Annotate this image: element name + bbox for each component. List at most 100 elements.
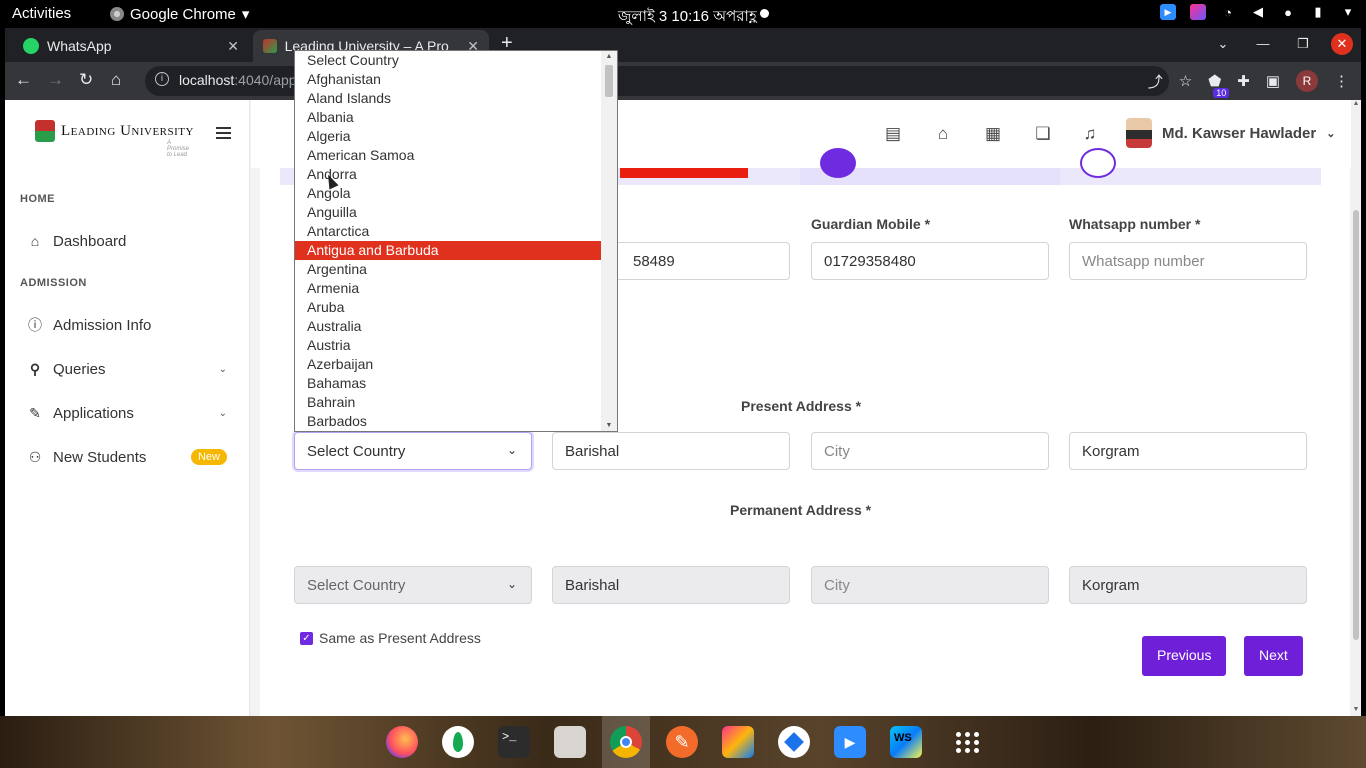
scrollbar-thumb[interactable] [1353, 210, 1359, 640]
permanent-city-field[interactable]: City [811, 566, 1049, 604]
present-country-select[interactable]: Select Country ⌄ [294, 432, 532, 470]
country-option[interactable]: Algeria [295, 127, 602, 146]
site-info-icon[interactable]: i [155, 72, 169, 86]
country-option[interactable]: Bahrain [295, 393, 602, 412]
terminal-icon[interactable]: >_ [498, 726, 530, 758]
present-district-field[interactable]: Barishal [552, 432, 790, 470]
present-city-field[interactable]: City [811, 432, 1049, 470]
scroll-up-icon[interactable]: ▲ [601, 53, 617, 60]
scroll-down-icon[interactable]: ▼ [1351, 706, 1361, 716]
country-option[interactable]: American Samoa [295, 146, 602, 165]
university-logo[interactable]: Leading University A Promise to Lead [35, 120, 194, 158]
country-option[interactable]: Angola [295, 184, 602, 203]
step-indicator-active[interactable] [820, 148, 856, 178]
country-option[interactable]: Antarctica [295, 222, 602, 241]
power-menu-icon[interactable]: ▾ [1340, 4, 1356, 20]
sidebar-item-applications[interactable]: ✎ Applications ⌄ [27, 401, 227, 425]
side-panel-icon[interactable]: ▣ [1266, 72, 1280, 90]
share-icon[interactable]: ⤴ [1148, 71, 1163, 92]
scroll-down-icon[interactable]: ▼ [601, 422, 617, 429]
reload-icon[interactable]: ↻ [79, 70, 93, 90]
app-menu-label: Google Chrome [130, 5, 236, 23]
permanent-area-field[interactable]: Korgram [1069, 566, 1307, 604]
hamburger-menu-icon[interactable] [216, 127, 231, 142]
home-icon: ⌂ [30, 233, 40, 249]
home-icon[interactable]: ⌂ [111, 70, 121, 90]
permanent-country-select[interactable]: Select Country ⌄ [294, 566, 532, 604]
whatsapp-icon [23, 38, 39, 54]
bell-icon[interactable]: ♫ [1080, 124, 1100, 144]
document-icon[interactable]: ▤ [883, 124, 903, 144]
country-option[interactable]: Andorra [295, 165, 602, 184]
country-option[interactable]: Azerbaijan [295, 355, 602, 374]
mongodb-compass-icon[interactable] [442, 726, 474, 758]
sidebar-item-new-students[interactable]: ⚇ New Students New [27, 445, 227, 469]
notification-dot [760, 9, 769, 18]
dropdown-scrollbar[interactable]: ▲ ▼ [601, 51, 617, 431]
webstorm-icon[interactable]: WS [890, 726, 922, 758]
sidebar-item-dashboard[interactable]: ⌂ Dashboard [27, 229, 227, 253]
country-option[interactable]: Argentina [295, 260, 602, 279]
country-dropdown-list[interactable]: Select Country Afghanistan Aland Islands Al… [294, 50, 618, 432]
profile-avatar[interactable]: R [1296, 70, 1318, 92]
country-option[interactable]: Barbados [295, 412, 602, 431]
country-option[interactable]: Albania [295, 108, 602, 127]
close-window-icon[interactable]: ✕ [1331, 33, 1353, 55]
zoom-tray-icon[interactable]: ▶ [1160, 4, 1176, 20]
copy-icon[interactable]: ❏ [1033, 124, 1053, 144]
same-as-present-checkbox[interactable]: ✓ Same as Present Address [300, 630, 481, 646]
firefox-icon[interactable] [386, 726, 418, 758]
extensions-puzzle-icon[interactable]: ✚ [1237, 72, 1250, 90]
system-tray[interactable]: ▶ ◔ ◀ ● ▮ ▾ [1160, 4, 1356, 20]
chrome-menu-icon[interactable]: ⋮ [1334, 72, 1349, 90]
page-scrollbar[interactable]: ▲ ▼ [1351, 100, 1361, 716]
permanent-district-field[interactable]: Barishal [552, 566, 790, 604]
checkbox-label: Same as Present Address [319, 630, 481, 646]
next-button[interactable]: Next [1244, 636, 1303, 676]
country-option[interactable]: Aruba [295, 298, 602, 317]
institution-icon[interactable]: ⌂ [933, 124, 953, 144]
minimize-icon[interactable]: — [1243, 28, 1283, 60]
chrome-icon[interactable] [610, 726, 642, 758]
country-option[interactable]: Austria [295, 336, 602, 355]
whatsapp-field[interactable]: Whatsapp number [1069, 242, 1307, 280]
apps-grid-icon[interactable]: ▦ [983, 124, 1003, 144]
show-applications-icon[interactable] [950, 726, 982, 758]
clock[interactable]: জুলাই 3 10:16 অপরাহ্ণ [618, 5, 757, 30]
tab-search-icon[interactable]: ⌄ [1203, 28, 1243, 60]
sidebar-item-admission-info[interactable]: ⓘ Admission Info [27, 313, 227, 337]
country-option[interactable]: Australia [295, 317, 602, 336]
guardian-mobile-field[interactable]: 01729358480 [811, 242, 1049, 280]
step-indicator-next[interactable] [1080, 148, 1116, 178]
scroll-up-icon[interactable]: ▲ [1351, 100, 1361, 110]
country-option[interactable]: Afghanistan [295, 70, 602, 89]
country-option[interactable]: Bahamas [295, 374, 602, 393]
present-area-field[interactable]: Korgram [1069, 432, 1307, 470]
anydesk-icon[interactable] [778, 726, 810, 758]
country-option[interactable]: Anguilla [295, 203, 602, 222]
maximize-icon[interactable]: ❐ [1283, 28, 1323, 60]
tab-whatsapp[interactable]: WhatsApp ✕ [13, 30, 249, 62]
country-option[interactable]: Aland Islands [295, 89, 602, 108]
previous-button[interactable]: Previous [1142, 636, 1227, 676]
zoom-icon[interactable]: ▶ [834, 726, 866, 758]
user-menu[interactable]: Md. Kawser Hawlader ⌄ [1126, 118, 1335, 148]
selected-value: Select Country [307, 443, 406, 460]
activities-button[interactable]: Activities [12, 5, 71, 22]
postman-icon[interactable]: ✎ [666, 726, 698, 758]
sidebar-item-queries[interactable]: ⚲ Queries ⌄ [27, 357, 227, 381]
country-option[interactable]: Select Country [295, 51, 602, 70]
country-option[interactable]: Armenia [295, 279, 602, 298]
files-icon[interactable] [554, 726, 586, 758]
country-option[interactable]: Antigua and Barbuda [295, 241, 602, 260]
bookmark-star-icon[interactable]: ☆ [1179, 72, 1192, 90]
jetbrains-tray-icon[interactable] [1190, 4, 1206, 20]
back-icon[interactable]: ← [15, 70, 32, 90]
app-menu[interactable]: Google Chrome ▾ [110, 5, 249, 23]
close-tab-icon[interactable]: ✕ [227, 38, 239, 55]
extension-icon[interactable]: ⬟ 10 [1208, 72, 1230, 98]
volume-icon: ◀ [1253, 4, 1263, 19]
jetbrains-toolbox-icon[interactable] [722, 726, 754, 758]
scrollbar-thumb[interactable] [605, 65, 613, 97]
forward-icon[interactable]: → [47, 70, 64, 90]
